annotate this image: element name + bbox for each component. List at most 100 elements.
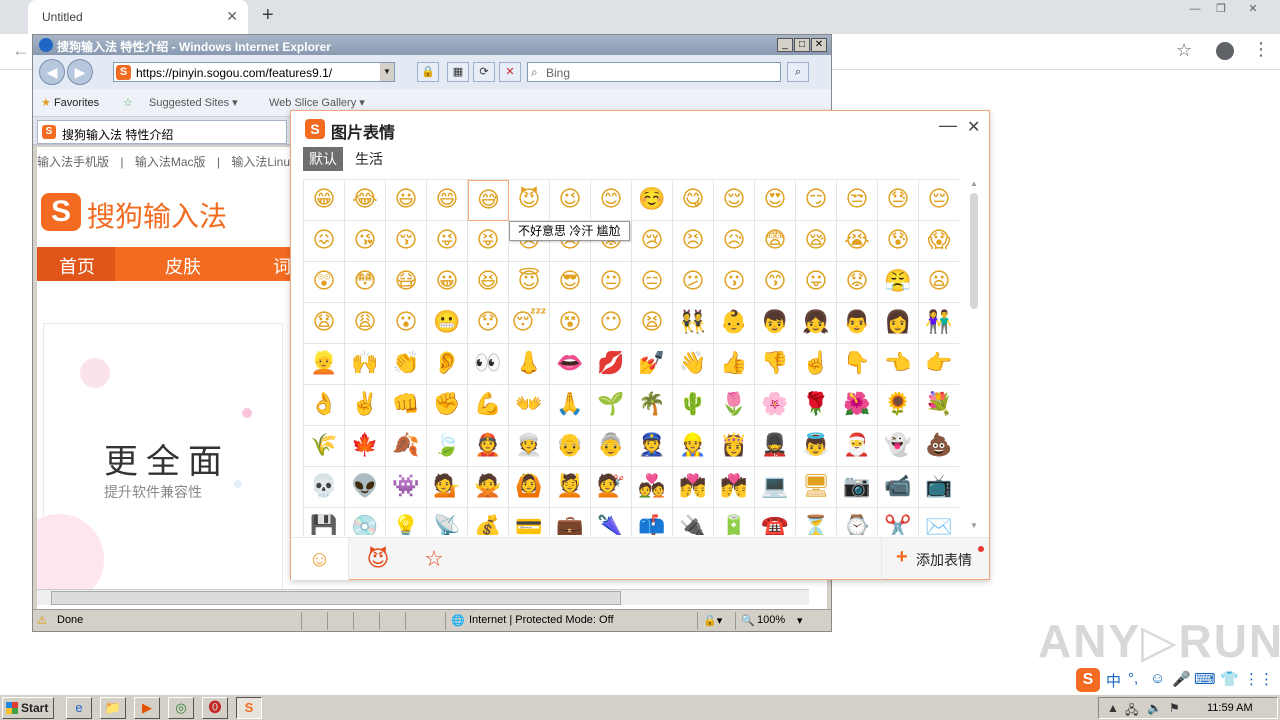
- emoji-cell[interactable]: 😣: [673, 221, 714, 262]
- emoji-cell[interactable]: 💪: [468, 385, 509, 426]
- emoji-cell[interactable]: 👸: [714, 426, 755, 467]
- emoji-cell[interactable]: 👇: [837, 344, 878, 385]
- nav-mobile-link[interactable]: 输入法手机版: [37, 155, 109, 169]
- emoji-cell[interactable]: 😶: [591, 303, 632, 344]
- emoji-cell[interactable]: 👍: [714, 344, 755, 385]
- emoji-cell[interactable]: 😱: [919, 221, 959, 262]
- emoji-cell[interactable]: 💋: [591, 344, 632, 385]
- emoji-cell[interactable]: 👻: [878, 426, 919, 467]
- emoji-cell[interactable]: 🍃: [427, 426, 468, 467]
- emoji-cell[interactable]: 🌹: [796, 385, 837, 426]
- emoji-cell[interactable]: 💡: [386, 508, 427, 535]
- emoji-cell[interactable]: 😃: [386, 180, 427, 221]
- minimize-button[interactable]: —: [939, 115, 957, 136]
- emoji-cell[interactable]: ✊: [427, 385, 468, 426]
- tab-life[interactable]: 生活: [349, 147, 389, 171]
- emoji-cell[interactable]: 👏: [386, 344, 427, 385]
- ie-taskbar-icon[interactable]: e: [66, 697, 92, 719]
- emoji-cell[interactable]: 😈: [509, 180, 550, 221]
- emoji-cell[interactable]: ☺️: [632, 180, 673, 221]
- tray-arrow-icon[interactable]: ▲: [1107, 701, 1119, 715]
- emoji-cell[interactable]: 👵: [591, 426, 632, 467]
- emoji-cell[interactable]: 😭: [837, 221, 878, 262]
- emoji-cell[interactable]: 📹: [878, 467, 919, 508]
- emoji-cell[interactable]: 🖥: [796, 467, 837, 508]
- emoji-cell[interactable]: ☝️: [796, 344, 837, 385]
- address-bar[interactable]: S https://pinyin.sogou.com/features9.1/ …: [113, 62, 395, 82]
- emoji-cell[interactable]: 😐: [591, 262, 632, 303]
- search-go-icon[interactable]: ⌕: [787, 62, 809, 82]
- protected-mode-icon[interactable]: 🔒▾: [703, 614, 722, 627]
- emoji-cell[interactable]: 📫: [632, 508, 673, 535]
- chrome-taskbar-icon[interactable]: ◎: [168, 697, 194, 719]
- emoji-cell[interactable]: 👋: [673, 344, 714, 385]
- emoji-cell[interactable]: 🎅: [837, 426, 878, 467]
- emoji-cell[interactable]: 😜: [427, 221, 468, 262]
- emoji-cell[interactable]: 👳: [509, 426, 550, 467]
- emoji-cell[interactable]: 💑: [632, 467, 673, 508]
- emoji-cell[interactable]: 🍁: [345, 426, 386, 467]
- emoji-cell[interactable]: 😥: [714, 221, 755, 262]
- emoji-cell[interactable]: 😛: [796, 262, 837, 303]
- smiley-tab-icon[interactable]: ☺: [291, 538, 349, 580]
- emoji-cell[interactable]: 😇: [509, 262, 550, 303]
- emoji-cell[interactable]: 👃: [509, 344, 550, 385]
- emoji-cell[interactable]: 😘: [345, 221, 386, 262]
- explorer-folder-icon[interactable]: 📁: [100, 697, 126, 719]
- web-slice-gallery-link[interactable]: Web Slice Gallery ▾: [269, 96, 365, 109]
- emoji-cell[interactable]: 😆: [468, 262, 509, 303]
- emoji-cell[interactable]: 👩: [878, 303, 919, 344]
- emoji-cell[interactable]: 🌾: [304, 426, 345, 467]
- emoji-panel-header[interactable]: S 图片表情 — ✕: [291, 111, 989, 145]
- new-tab-button[interactable]: +: [262, 4, 274, 27]
- emoji-cell[interactable]: 😉: [550, 180, 591, 221]
- volume-icon[interactable]: 🔈: [1147, 701, 1162, 715]
- emoji-cell[interactable]: 😂: [345, 180, 386, 221]
- emoji-cell[interactable]: 😳: [345, 262, 386, 303]
- emoji-cell[interactable]: 👎: [755, 344, 796, 385]
- emoji-cell[interactable]: ⏳: [796, 508, 837, 535]
- ie-close-button[interactable]: ✕: [811, 38, 827, 52]
- emoji-cell[interactable]: 😦: [919, 262, 959, 303]
- emoji-cell[interactable]: 💅: [632, 344, 673, 385]
- add-favorite-icon[interactable]: ☆: [123, 96, 133, 109]
- emoji-cell[interactable]: 👴: [550, 426, 591, 467]
- emoji-cell[interactable]: 😫: [632, 303, 673, 344]
- chinese-mode-icon[interactable]: 中: [1106, 670, 1121, 691]
- emoji-scrollbar[interactable]: ▲ ▼: [967, 179, 981, 535]
- emoji-cell[interactable]: 😗: [714, 262, 755, 303]
- network-icon[interactable]: 🖧: [1125, 701, 1138, 720]
- favorites-button[interactable]: ★ Favorites: [41, 96, 99, 109]
- emoji-cell[interactable]: 🌷: [714, 385, 755, 426]
- suggested-sites-link[interactable]: Suggested Sites ▾: [149, 96, 238, 109]
- emoji-cell[interactable]: 😲: [304, 262, 345, 303]
- tab-default[interactable]: 默认: [303, 147, 343, 171]
- media-player-icon[interactable]: ▶: [134, 697, 160, 719]
- emoji-cell[interactable]: 😵: [550, 303, 591, 344]
- emoji-smiley-icon[interactable]: ☺: [1150, 670, 1165, 687]
- emoji-cell[interactable]: 👄: [550, 344, 591, 385]
- emoji-cell[interactable]: 👊: [386, 385, 427, 426]
- emoji-cell[interactable]: 💂: [755, 426, 796, 467]
- emoji-cell[interactable]: 👧: [796, 303, 837, 344]
- bookmark-star-icon[interactable]: ☆: [1176, 40, 1192, 61]
- emoji-cell[interactable]: 👈: [878, 344, 919, 385]
- lock-icon[interactable]: 🔒: [417, 62, 439, 82]
- emoji-cell[interactable]: 😑: [632, 262, 673, 303]
- chrome-maximize-button[interactable]: ❐: [1210, 2, 1232, 16]
- emoji-cell[interactable]: 😖: [304, 221, 345, 262]
- compat-view-icon[interactable]: ▦: [447, 62, 469, 82]
- emoji-cell[interactable]: 🙆: [509, 467, 550, 508]
- emoji-cell[interactable]: 💆: [550, 467, 591, 508]
- emoji-cell[interactable]: 💩: [919, 426, 959, 467]
- emoji-cell[interactable]: 🔋: [714, 508, 755, 535]
- emoji-cell[interactable]: 📡: [427, 508, 468, 535]
- emoji-cell[interactable]: 😓: [878, 180, 919, 221]
- emoji-cell[interactable]: 🌱: [591, 385, 632, 426]
- emoji-cell[interactable]: 👌: [304, 385, 345, 426]
- emoji-cell[interactable]: 💼: [550, 508, 591, 535]
- emoji-cell[interactable]: 😚: [386, 221, 427, 262]
- ie-forward-icon[interactable]: ▶: [67, 59, 93, 85]
- emoji-cell[interactable]: 💾: [304, 508, 345, 535]
- emoji-cell[interactable]: 😷: [386, 262, 427, 303]
